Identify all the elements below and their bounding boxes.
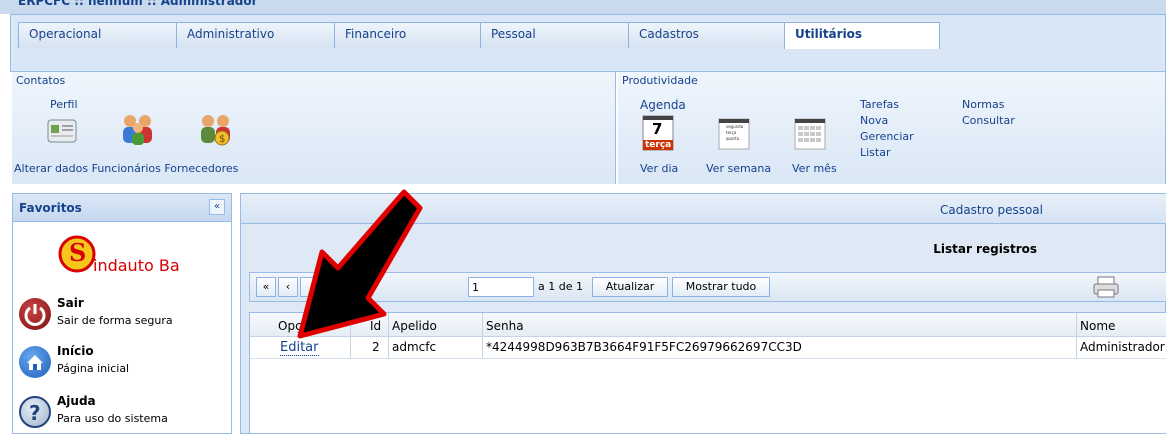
annotation-arrow-icon <box>297 189 423 339</box>
